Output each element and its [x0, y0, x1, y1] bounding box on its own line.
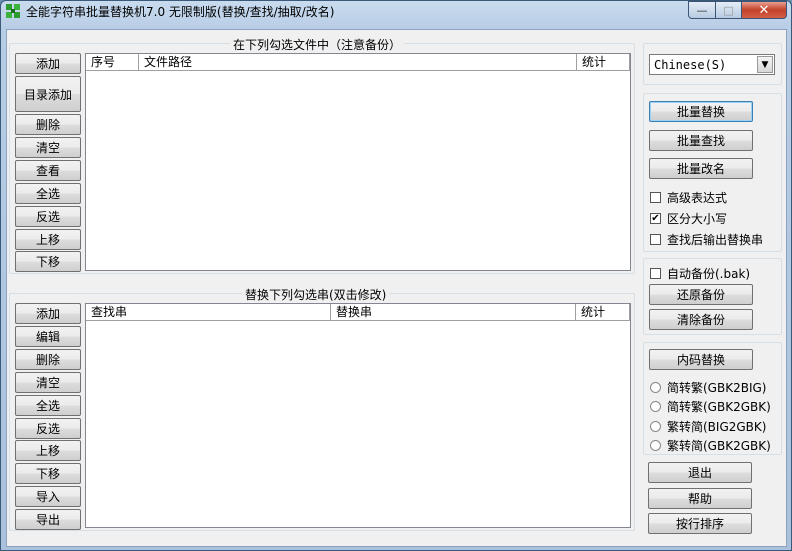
col-file-path[interactable]: 文件路径: [139, 54, 577, 70]
pair-edit-button[interactable]: 编辑: [15, 326, 81, 347]
file-move-down-button[interactable]: 下移: [15, 251, 81, 272]
file-view-button[interactable]: 查看: [15, 160, 81, 181]
file-clear-button[interactable]: 清空: [15, 137, 81, 158]
radio-label: 简转繁(GBK2BIG): [667, 381, 767, 395]
regex-checkbox[interactable]: 高级表达式: [650, 189, 727, 206]
pair-clear-button[interactable]: 清空: [15, 372, 81, 393]
sort-lines-button[interactable]: 按行排序: [648, 513, 752, 534]
output-after-find-label: 查找后输出替换串: [667, 233, 764, 247]
client-area: 在下列勾选文件中（注意备份） 添加 目录添加 删除 清空 查看 全选 反选 上移…: [6, 29, 787, 547]
close-button[interactable]: ✕: [741, 1, 787, 19]
radio-big2gbk[interactable]: 繁转简(BIG2GBK): [650, 418, 766, 435]
replace-list-header: 查找串 替换串 统计: [86, 304, 630, 321]
pair-move-down-button[interactable]: 下移: [15, 463, 81, 484]
output-after-find-checkbox[interactable]: 查找后输出替换串: [650, 231, 763, 248]
col-count[interactable]: 统计: [577, 54, 630, 70]
pair-invert-button[interactable]: 反选: [15, 418, 81, 439]
case-sensitive-checkbox[interactable]: ✔ 区分大小写: [650, 210, 727, 227]
checkbox-icon[interactable]: [650, 234, 661, 245]
minimize-button[interactable]: —: [688, 1, 716, 19]
action-group: 批量替换 批量查找 批量改名 高级表达式 ✔ 区分大小写 查找后输出替换串: [643, 93, 782, 252]
radio-icon[interactable]: [650, 440, 661, 451]
file-list-header: 序号 文件路径 统计: [86, 54, 630, 71]
file-select-all-button[interactable]: 全选: [15, 183, 81, 204]
main-window: 全能字符串批量替换机7.0 无限制版(替换/查找/抽取/改名) — □ ✕ 在下…: [0, 0, 792, 551]
encoding-replace-button[interactable]: 内码替换: [649, 349, 753, 370]
app-icon: [6, 4, 20, 18]
export-button[interactable]: 导出: [15, 509, 81, 530]
file-invert-button[interactable]: 反选: [15, 206, 81, 227]
radio-icon[interactable]: [650, 421, 661, 432]
encoding-group: 内码替换 简转繁(GBK2BIG) 简转繁(GBK2GBK) 繁转简(BIG2G…: [643, 342, 782, 455]
batch-rename-button[interactable]: 批量改名: [649, 158, 753, 179]
col-replace-string[interactable]: 替换串: [331, 304, 576, 320]
batch-find-button[interactable]: 批量查找: [649, 130, 753, 151]
radio-icon[interactable]: [650, 382, 661, 393]
batch-replace-button[interactable]: 批量替换: [649, 101, 753, 122]
col-replace-count[interactable]: 统计: [576, 304, 630, 320]
title-bar[interactable]: 全能字符串批量替换机7.0 无限制版(替换/查找/抽取/改名) — □ ✕: [1, 1, 791, 22]
language-select[interactable]: Chinese(S) ▼: [649, 54, 775, 75]
backup-group: 自动备份(.bak) 还原备份 清除备份: [643, 258, 782, 335]
chevron-down-icon[interactable]: ▼: [757, 56, 773, 73]
radio-icon[interactable]: [650, 401, 661, 412]
radio-gbk2gbk-simp[interactable]: 繁转简(GBK2GBK): [650, 437, 771, 454]
files-group-title: 在下列勾选文件中（注意备份）: [230, 36, 405, 53]
exit-button[interactable]: 退出: [648, 462, 752, 483]
file-list[interactable]: 序号 文件路径 统计: [85, 53, 631, 271]
checkbox-icon[interactable]: [650, 192, 661, 203]
regex-label: 高级表达式: [667, 191, 728, 205]
replace-group: 替换下列勾选串(双击修改) 添加 编辑 删除 清空 全选 反选 上移 下移 导入…: [9, 286, 635, 531]
pair-move-up-button[interactable]: 上移: [15, 440, 81, 461]
pair-add-button[interactable]: 添加: [15, 303, 81, 324]
import-button[interactable]: 导入: [15, 486, 81, 507]
maximize-button[interactable]: □: [715, 1, 742, 19]
files-group: 在下列勾选文件中（注意备份） 添加 目录添加 删除 清空 查看 全选 反选 上移…: [9, 36, 635, 274]
folder-add-button[interactable]: 目录添加: [15, 76, 81, 112]
file-move-up-button[interactable]: 上移: [15, 229, 81, 250]
radio-label: 繁转简(BIG2GBK): [667, 420, 767, 434]
col-find-string[interactable]: 查找串: [86, 304, 331, 320]
radio-label: 繁转简(GBK2GBK): [667, 439, 771, 453]
replace-list[interactable]: 查找串 替换串 统计: [85, 303, 631, 528]
language-group: Chinese(S) ▼: [643, 43, 782, 85]
file-delete-button[interactable]: 删除: [15, 114, 81, 135]
clear-backup-button[interactable]: 清除备份: [649, 309, 753, 330]
radio-label: 简转繁(GBK2GBK): [667, 400, 771, 414]
pair-delete-button[interactable]: 删除: [15, 349, 81, 370]
restore-backup-button[interactable]: 还原备份: [649, 284, 753, 305]
file-add-button[interactable]: 添加: [15, 53, 81, 74]
radio-gbk2gbk-trad[interactable]: 简转繁(GBK2GBK): [650, 398, 771, 415]
col-index[interactable]: 序号: [86, 54, 139, 70]
auto-backup-checkbox[interactable]: 自动备份(.bak): [650, 265, 750, 282]
replace-group-title: 替换下列勾选串(双击修改): [242, 286, 390, 303]
radio-gbk2big[interactable]: 简转繁(GBK2BIG): [650, 379, 766, 396]
window-title: 全能字符串批量替换机7.0 无限制版(替换/查找/抽取/改名): [26, 5, 335, 19]
pair-select-all-button[interactable]: 全选: [15, 395, 81, 416]
help-button[interactable]: 帮助: [648, 488, 752, 509]
auto-backup-label: 自动备份(.bak): [667, 267, 751, 281]
checkbox-icon[interactable]: [650, 268, 661, 279]
language-value: Chinese(S): [654, 58, 727, 72]
checked-checkbox-icon[interactable]: ✔: [650, 213, 661, 224]
case-sensitive-label: 区分大小写: [667, 212, 728, 226]
